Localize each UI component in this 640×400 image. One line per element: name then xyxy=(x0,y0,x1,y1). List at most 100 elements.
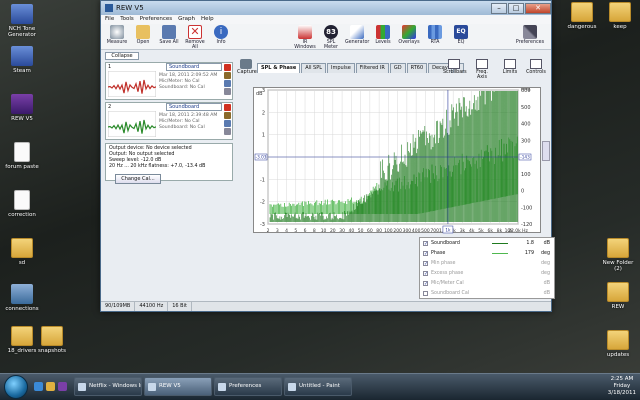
preferences-button[interactable]: Preferences xyxy=(515,25,545,45)
freq-axis-button[interactable]: Freq. Axis xyxy=(471,59,493,80)
tab-spl-phase[interactable]: SPL & Phase xyxy=(257,63,301,73)
desktop-icon-label: connections xyxy=(5,306,39,312)
remove-measurement-icon[interactable] xyxy=(224,104,231,111)
legend-line-swatch xyxy=(492,252,508,254)
desktop-icon-label: sd xyxy=(18,260,26,266)
x-tick-label: 60 xyxy=(367,228,373,234)
info-button[interactable]: i Info xyxy=(209,25,233,45)
tab-impulse[interactable]: Impulse xyxy=(327,63,355,73)
legend-row-soundboard-cal: Soundboard Cal dB xyxy=(420,288,554,298)
controls-button[interactable]: Controls xyxy=(525,59,547,75)
task-netflix-windows-in[interactable]: Netflix - Windows In... xyxy=(74,377,142,396)
desktop-icon-updates[interactable]: updates xyxy=(598,330,638,358)
measurement-soundboard-cal: Soundboard: No Cal xyxy=(159,124,205,130)
task-preferences[interactable]: Preferences xyxy=(214,377,282,396)
menu-graph[interactable]: Graph xyxy=(178,15,195,24)
desktop-icon-nch-tone-generator[interactable]: NCH Tone Generator xyxy=(2,4,42,38)
notes-icon[interactable] xyxy=(224,88,231,95)
level-bars-icon xyxy=(376,25,390,39)
x-tick-label: 20 xyxy=(330,228,336,234)
desktop-icon-label: NCH Tone Generator xyxy=(8,26,36,38)
spl-meter-icon: 83 xyxy=(324,25,338,39)
x-tick-label: 3 xyxy=(276,228,279,234)
overlays-button[interactable]: Overlays xyxy=(397,25,421,45)
media-quicklaunch-icon[interactable] xyxy=(58,382,67,391)
capture-button[interactable]: Capture xyxy=(237,59,257,75)
scrollbars-label: Scrollbars xyxy=(443,70,467,75)
chart-icon[interactable] xyxy=(224,72,231,79)
rew-app-icon xyxy=(105,4,113,12)
device-info-box: Output device: No device selected Output:… xyxy=(105,143,233,184)
desktop-icon-dangerous[interactable]: dangerous xyxy=(562,2,602,30)
menu-tools[interactable]: Tools xyxy=(120,15,134,24)
desktop-icon-rew[interactable]: REW xyxy=(598,282,638,310)
explorer-quicklaunch-icon[interactable] xyxy=(46,382,55,391)
measurement-number: 1 xyxy=(108,64,112,70)
measurement-item[interactable]: 1 Soundboard Mar 18, 2011 2:09:52 AM Mic/Me… xyxy=(105,62,233,100)
menu-preferences[interactable]: Preferences xyxy=(140,15,172,24)
menu-help[interactable]: Help xyxy=(201,15,214,24)
desktop-icon-rew-v5[interactable]: REW V5 xyxy=(2,94,42,122)
task-untitled-paint[interactable]: Untitled - Paint xyxy=(284,377,352,396)
open-button[interactable]: Open xyxy=(131,25,155,45)
measurement-name-field[interactable]: Soundboard xyxy=(166,103,222,111)
chart-icon[interactable] xyxy=(224,112,231,119)
measurement-item[interactable]: 2 Soundboard Mar 18, 2011 2:39:48 AM Mic/Me… xyxy=(105,102,233,140)
close-button[interactable]: ✕ xyxy=(525,2,551,14)
save-icon[interactable] xyxy=(224,120,231,127)
legend-name: Excess phase xyxy=(431,270,464,276)
tab-filtered-ir[interactable]: Filtered IR xyxy=(355,63,389,73)
legend-checkbox[interactable]: ✓ xyxy=(423,280,428,286)
legend-checkbox[interactable]: ✓ xyxy=(423,240,428,246)
title-bar[interactable]: REW V5 – □ ✕ xyxy=(101,1,551,15)
save-icon[interactable] xyxy=(224,80,231,87)
minimize-button[interactable]: – xyxy=(491,2,507,14)
desktop-icon-keep[interactable]: keep xyxy=(600,2,640,30)
legend-unit: deg xyxy=(540,270,550,276)
generator-button[interactable]: Generator xyxy=(345,25,369,45)
remove-measurement-icon[interactable] xyxy=(224,64,231,71)
x-tick-label: 300 xyxy=(403,228,412,234)
levels-button[interactable]: Levels xyxy=(371,25,395,45)
eq-button[interactable]: EQ EQ xyxy=(449,25,473,45)
desktop-icon-new-folder-2[interactable]: New Folder (2) xyxy=(598,238,638,272)
tab-all-spl[interactable]: All SPL xyxy=(301,63,327,73)
rta-button[interactable]: RTA xyxy=(423,25,447,45)
tab-gd[interactable]: GD xyxy=(389,63,406,73)
spl-phase-graph[interactable]: 234568102030405060801002003004005007001.… xyxy=(253,86,541,234)
desktop-icon-connections[interactable]: connections xyxy=(2,284,42,312)
ie-quicklaunch-icon[interactable] xyxy=(34,382,43,391)
scrollbars-button[interactable]: Scrollbars xyxy=(443,59,467,75)
tab-rt60[interactable]: RT60 xyxy=(406,63,428,73)
measure-button[interactable]: Measure xyxy=(105,25,129,45)
x-tick-label: 200 xyxy=(393,228,402,234)
x-tick-label: 500 xyxy=(421,228,430,234)
spl-meter-button[interactable]: 83 SPL Meter xyxy=(319,25,343,50)
limits-button[interactable]: Limits xyxy=(499,59,521,75)
desktop-icon-steam[interactable]: Steam xyxy=(2,46,42,74)
collapse-button[interactable]: Collapse xyxy=(105,52,139,60)
legend-checkbox[interactable]: ✓ xyxy=(423,270,428,276)
desktop-icon-sd[interactable]: sd xyxy=(2,238,42,266)
save-all-button[interactable]: Save All xyxy=(157,25,181,45)
ir-windows-button[interactable]: IR Windows xyxy=(293,25,317,50)
graph-vertical-scroll[interactable] xyxy=(542,141,550,161)
menu-file[interactable]: File xyxy=(105,15,114,24)
system-tray: 2:25 AM Friday 3/18/2011 xyxy=(608,376,636,397)
measurement-name-field[interactable]: Soundboard xyxy=(166,63,222,71)
remove-all-button[interactable]: ✕ Remove All xyxy=(183,25,207,50)
maximize-button[interactable]: □ xyxy=(508,2,524,14)
desktop-icon-snapshots[interactable]: snapshots xyxy=(32,326,72,354)
legend-checkbox[interactable]: ✓ xyxy=(423,250,428,256)
legend-checkbox[interactable]: ✓ xyxy=(423,260,428,266)
notes-icon[interactable] xyxy=(224,128,231,135)
desktop-icon-label: dangerous xyxy=(567,24,597,30)
clock-time[interactable]: 2:25 AM xyxy=(608,376,636,383)
legend-checkbox[interactable] xyxy=(423,290,428,296)
start-button[interactable] xyxy=(4,375,28,399)
change-cal-button[interactable]: Change Cal... xyxy=(115,174,161,184)
desktop-icon-forum-paste[interactable]: forum paste xyxy=(2,142,42,170)
task-rew-v5[interactable]: REW V5 xyxy=(144,377,212,396)
y-axis-label: dB xyxy=(256,91,263,97)
desktop-icon-correction[interactable]: correction xyxy=(2,190,42,218)
